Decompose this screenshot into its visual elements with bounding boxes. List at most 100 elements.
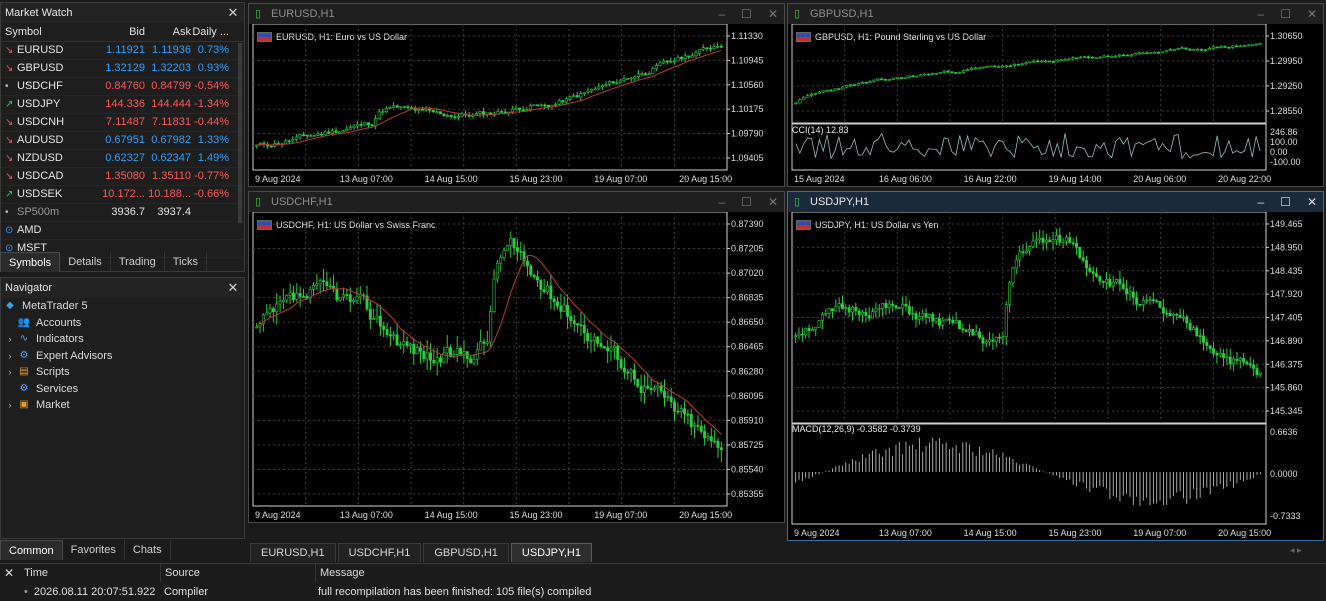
market-watch-tabs: Symbols Details Trading Ticks: [0, 252, 245, 272]
candle-body: [1135, 297, 1139, 305]
table-row[interactable]: • USDCHF 0.84760 0.84799 -0.54%: [1, 78, 244, 96]
candle-body: [345, 294, 349, 296]
candle-body: [582, 91, 586, 94]
table-row[interactable]: ↗ USDJPY 144.336 144.444 -1.34%: [1, 96, 244, 114]
tab-common[interactable]: Common: [0, 540, 63, 560]
navigator-item-market[interactable]: › ▣ Market: [1, 397, 244, 414]
chart-svg[interactable]: 1.30650 1.29950 1.29250 1.28550 246.86100.00…: [788, 24, 1323, 186]
table-row[interactable]: ↘ USDCAD 1.35080 1.35110 -0.77%: [1, 168, 244, 186]
table-row[interactable]: ⊙ AMD: [1, 222, 244, 240]
scrollbar[interactable]: [238, 43, 242, 223]
col-bid[interactable]: Bid: [101, 23, 145, 41]
tab-scroll-arrows[interactable]: ◂ ▸: [1290, 545, 1302, 556]
chart-window-usdjpy[interactable]: ▯ USDJPY,H1 ‒ ☐ ✕ USDJPY, H1: US Dollar vs …: [787, 191, 1324, 541]
col-message[interactable]: Message: [316, 564, 365, 582]
navigator-item-scripts[interactable]: › ▤ Scripts: [1, 364, 244, 381]
tab-usdjpy[interactable]: USDJPY,H1: [510, 543, 592, 562]
minimize-icon[interactable]: ‒: [718, 4, 725, 24]
navigator-item-indicators[interactable]: › ∿ Indicators: [1, 331, 244, 348]
table-row[interactable]: ↘ EURUSD 1.11921 1.11936 0.73%: [1, 42, 244, 60]
table-row[interactable]: ↘ GBPUSD 1.32129 1.32203 0.93%: [1, 60, 244, 78]
close-icon[interactable]: ✕: [1307, 192, 1317, 212]
tab-usdchf[interactable]: USDCHF,H1: [337, 543, 422, 562]
indicator-tick-label: 0.00: [1270, 147, 1288, 157]
candle-body: [1231, 45, 1235, 48]
log-row[interactable]: • 2026.08.11 20:07:51.922 Compiler full r…: [18, 583, 1326, 601]
col-daily[interactable]: Daily ...: [191, 23, 233, 41]
navigator-item-expert-advisors[interactable]: › ⚙ Expert Advisors: [1, 348, 244, 365]
tab-chats[interactable]: Chats: [125, 540, 171, 560]
chevron-right-icon[interactable]: ›: [3, 348, 17, 365]
price-tick-label: 1.10560: [731, 80, 764, 90]
chart-title-bar[interactable]: ▯ EURUSD,H1 ‒ ☐ ✕: [249, 4, 784, 24]
table-row[interactable]: ↘ AUDUSD 0.67951 0.67982 1.33%: [1, 132, 244, 150]
close-icon[interactable]: ✕: [768, 4, 778, 24]
table-row[interactable]: • SP500m 3936.7 3937.4: [1, 204, 244, 222]
tab-gbpusd[interactable]: GBPUSD,H1: [423, 543, 509, 562]
candle-body: [1225, 356, 1229, 359]
close-icon[interactable]: ✕: [226, 278, 240, 298]
tab-details[interactable]: Details: [60, 252, 111, 272]
table-row[interactable]: ↗ USDSEK 10.172... 10.188... -0.66%: [1, 186, 244, 204]
chevron-right-icon[interactable]: ›: [3, 364, 17, 381]
symbol-name: AMD: [17, 224, 42, 236]
chart-title-bar[interactable]: ▯ GBPUSD,H1 ‒ ☐ ✕: [788, 4, 1323, 24]
chart-window-gbpusd[interactable]: ▯ GBPUSD,H1 ‒ ☐ ✕ GBPUSD, H1: Pound Sterlin…: [787, 3, 1324, 187]
table-row[interactable]: ↘ NZDUSD 0.62327 0.62347 1.49%: [1, 150, 244, 168]
close-icon[interactable]: ✕: [4, 566, 14, 580]
chevron-right-icon[interactable]: ›: [3, 397, 17, 414]
daily-change-cell: [191, 204, 233, 221]
chart-svg[interactable]: 1.11330 1.10945 1.10560 1.10175 1.09790 1.094…: [249, 24, 784, 186]
chart-svg[interactable]: 149.465 148.950 148.435 147.920 147.405 146.8…: [788, 212, 1323, 540]
candle-body: [1115, 279, 1119, 283]
tab-symbols[interactable]: Symbols: [0, 252, 61, 272]
tab-favorites[interactable]: Favorites: [63, 540, 125, 560]
maximize-icon[interactable]: ☐: [741, 4, 752, 24]
candle-body: [798, 99, 802, 104]
maximize-icon[interactable]: ☐: [1280, 4, 1291, 24]
close-icon[interactable]: ✕: [226, 3, 240, 23]
close-icon[interactable]: ✕: [768, 192, 778, 212]
candle-body: [422, 350, 426, 360]
candle-body: [867, 315, 871, 319]
candle-body: [1034, 239, 1038, 242]
candle-body: [366, 122, 370, 126]
candle-body: [794, 335, 798, 338]
chart-svg[interactable]: 0.87390 0.87205 0.87020 0.86835 0.86650 0.864…: [249, 212, 784, 522]
candle-body: [938, 72, 942, 74]
candle-body: [837, 303, 841, 308]
chart-title-bar[interactable]: ▯ USDCHF,H1 ‒ ☐ ✕: [249, 192, 784, 212]
table-row[interactable]: ↘ USDCNH 7.11487 7.11831 -0.44%: [1, 114, 244, 132]
candle-body: [1064, 237, 1068, 242]
candle-body: [265, 312, 269, 316]
minimize-icon[interactable]: ‒: [1257, 192, 1264, 212]
col-time[interactable]: Time: [18, 564, 161, 582]
navigator-item-accounts[interactable]: 👥 Accounts: [1, 315, 244, 332]
candle-body: [597, 86, 601, 90]
candle-body: [1129, 54, 1134, 57]
close-icon[interactable]: ✕: [1307, 4, 1317, 24]
tab-trading[interactable]: Trading: [111, 252, 165, 272]
price-tick-label: 148.950: [1270, 242, 1303, 252]
candle-body: [649, 387, 653, 391]
col-source[interactable]: Source: [161, 564, 316, 582]
col-symbol[interactable]: Symbol: [1, 23, 101, 41]
maximize-icon[interactable]: ☐: [1280, 192, 1291, 212]
chart-title-bar[interactable]: ▯ USDJPY,H1 ‒ ☐ ✕: [788, 192, 1323, 212]
navigator-panel: Navigator ✕ ◆ MetaTrader 5 👥 Accounts › ∿ In…: [0, 277, 245, 539]
candle-body: [1215, 46, 1219, 49]
col-ask[interactable]: Ask: [145, 23, 191, 41]
candle-body: [716, 45, 720, 48]
navigator-root[interactable]: ◆ MetaTrader 5: [1, 298, 244, 315]
navigator-item-services[interactable]: ⚙ Services: [1, 381, 244, 398]
chart-window-eurusd[interactable]: ▯ EURUSD,H1 ‒ ☐ ✕ EURUSD, H1: Euro vs US Do…: [248, 3, 785, 187]
chevron-right-icon[interactable]: ›: [3, 331, 17, 348]
minimize-icon[interactable]: ‒: [718, 192, 725, 212]
minimize-icon[interactable]: ‒: [1257, 4, 1264, 24]
tab-ticks[interactable]: Ticks: [165, 252, 207, 272]
maximize-icon[interactable]: ☐: [741, 192, 752, 212]
candle-body: [1078, 56, 1083, 59]
chart-window-usdchf[interactable]: ▯ USDCHF,H1 ‒ ☐ ✕ USDCHF, H1: US Dollar vs …: [248, 191, 785, 523]
tab-eurusd[interactable]: EURUSD,H1: [250, 543, 336, 562]
trend-icon: ↘: [5, 45, 14, 56]
